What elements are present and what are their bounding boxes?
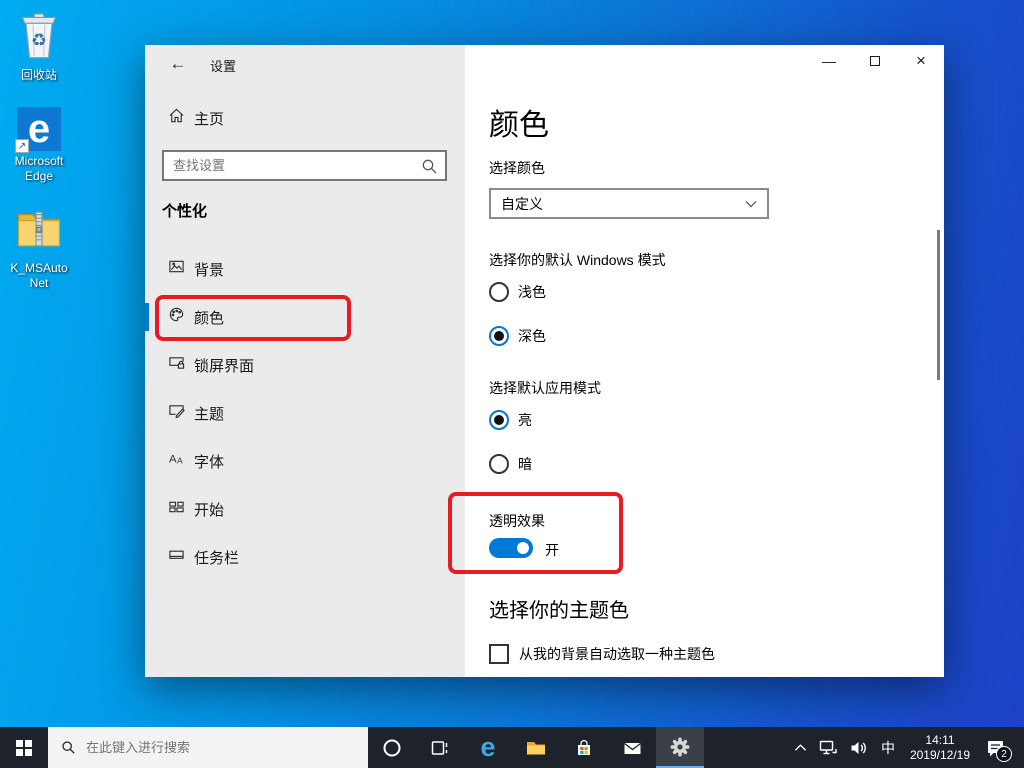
- start-grid-icon: [168, 498, 185, 520]
- zip-folder-icon: [15, 240, 63, 257]
- svg-text:♻: ♻: [31, 30, 47, 50]
- font-icon: A A: [168, 450, 185, 472]
- edge-icon: e: [480, 734, 495, 761]
- dropdown-value: 自定义: [501, 194, 543, 214]
- clock-date: 2019/12/19: [910, 748, 970, 763]
- cortana-icon: [382, 738, 402, 758]
- annotation-rect-colors: [155, 295, 351, 341]
- chevron-up-icon: [794, 743, 807, 752]
- svg-text:A: A: [177, 456, 183, 466]
- desktop: ♻ 回收站 e ↗ Microsoft Edge K_MSAuto Net ← …: [0, 0, 1024, 768]
- network-button[interactable]: [813, 727, 844, 768]
- radio-app-dark[interactable]: 暗: [489, 454, 532, 474]
- maximize-icon: [870, 56, 880, 66]
- sidebar-item-start[interactable]: 开始: [145, 489, 465, 529]
- desktop-icon-label: Microsoft Edge: [0, 154, 78, 184]
- radio-selected-icon: [489, 326, 509, 346]
- sidebar-section-label: 个性化: [162, 200, 207, 221]
- store-icon: [574, 738, 594, 758]
- taskbar-icon: [168, 546, 185, 568]
- radio-app-light[interactable]: 亮: [489, 410, 532, 430]
- radio-selected-icon: [489, 410, 509, 430]
- recycle-bin-icon: ♻: [13, 47, 65, 64]
- desktop-icon-edge[interactable]: e ↗ Microsoft Edge: [0, 107, 78, 184]
- checkbox-icon: [489, 644, 509, 664]
- taskbar-search-input[interactable]: [48, 727, 368, 768]
- selected-indicator: [145, 303, 149, 331]
- radio-icon: [489, 282, 509, 302]
- start-button[interactable]: [0, 727, 48, 768]
- edge-taskbar-button[interactable]: e: [464, 727, 512, 768]
- radio-windows-light[interactable]: 浅色: [489, 282, 546, 302]
- chevron-down-icon: [745, 195, 757, 213]
- settings-window: ← 设置 — × 主页 个性化: [145, 45, 944, 677]
- action-center-button[interactable]: 2: [978, 727, 1018, 768]
- mail-button[interactable]: [608, 727, 656, 768]
- sidebar-item-fonts[interactable]: A A 字体: [145, 441, 465, 481]
- app-mode-label: 选择默认应用模式: [489, 378, 601, 398]
- taskbar-search-box[interactable]: [48, 727, 368, 768]
- sidebar-item-taskbar[interactable]: 任务栏: [145, 537, 465, 577]
- desktop-icon-label: 回收站: [0, 68, 78, 83]
- clock[interactable]: 14:11 2019/12/19: [902, 733, 978, 763]
- gear-icon: [669, 736, 691, 758]
- vertical-scrollbar[interactable]: [937, 230, 940, 380]
- sidebar-home-label: 主页: [194, 108, 224, 129]
- hidden-icons-button[interactable]: [788, 727, 813, 768]
- theme-color-heading: 选择你的主题色: [489, 594, 629, 623]
- home-icon: [168, 107, 185, 129]
- file-explorer-button[interactable]: [512, 727, 560, 768]
- settings-search-box[interactable]: [162, 150, 447, 181]
- edge-icon: e ↗: [17, 107, 61, 151]
- task-view-icon: [430, 738, 450, 758]
- radio-icon: [489, 454, 509, 474]
- color-dropdown[interactable]: 自定义: [489, 188, 769, 219]
- settings-search-input[interactable]: [164, 152, 445, 179]
- sidebar-item-home[interactable]: 主页: [168, 107, 224, 129]
- search-icon: [421, 158, 438, 180]
- auto-pick-checkbox-row[interactable]: 从我的背景自动选取一种主题色: [489, 644, 715, 664]
- sidebar-item-background[interactable]: 背景: [145, 249, 465, 289]
- volume-icon: [850, 740, 868, 756]
- choose-color-label: 选择颜色: [489, 158, 545, 178]
- minimize-button[interactable]: —: [806, 45, 852, 77]
- radio-windows-dark[interactable]: 深色: [489, 326, 546, 346]
- settings-taskbar-button[interactable]: [656, 727, 704, 768]
- page-title: 颜色: [489, 100, 549, 144]
- sidebar-item-themes[interactable]: 主题: [145, 393, 465, 433]
- window-title: 设置: [210, 56, 236, 75]
- desktop-icon-zip[interactable]: K_MSAuto Net: [0, 205, 78, 291]
- store-button[interactable]: [560, 727, 608, 768]
- sidebar-item-lockscreen[interactable]: 锁屏界面: [145, 345, 465, 385]
- notification-badge: 2: [996, 746, 1012, 762]
- volume-button[interactable]: [844, 727, 874, 768]
- mail-icon: [622, 738, 643, 758]
- folder-icon: [525, 738, 547, 758]
- back-button[interactable]: ←: [159, 49, 197, 79]
- ime-indicator[interactable]: 中: [874, 727, 902, 768]
- windows-logo-icon: [16, 740, 32, 756]
- system-tray: 中 14:11 2019/12/19 2: [788, 727, 1024, 768]
- image-icon: [168, 258, 185, 280]
- cortana-button[interactable]: [368, 727, 416, 768]
- svg-text:A: A: [169, 453, 177, 465]
- network-icon: [819, 739, 838, 756]
- annotation-rect-transparency: [448, 492, 623, 574]
- desktop-icon-recycle-bin[interactable]: ♻ 回收站: [0, 8, 78, 83]
- close-button[interactable]: ×: [898, 45, 944, 77]
- clock-time: 14:11: [910, 733, 970, 748]
- taskbar: e: [0, 727, 1024, 768]
- maximize-button[interactable]: [852, 45, 898, 77]
- shortcut-arrow-icon: ↗: [15, 139, 29, 153]
- task-view-button[interactable]: [416, 727, 464, 768]
- lockscreen-icon: [168, 354, 185, 376]
- desktop-icon-label: K_MSAuto Net: [0, 261, 78, 291]
- windows-mode-label: 选择你的默认 Windows 模式: [489, 250, 666, 270]
- theme-icon: [168, 402, 185, 424]
